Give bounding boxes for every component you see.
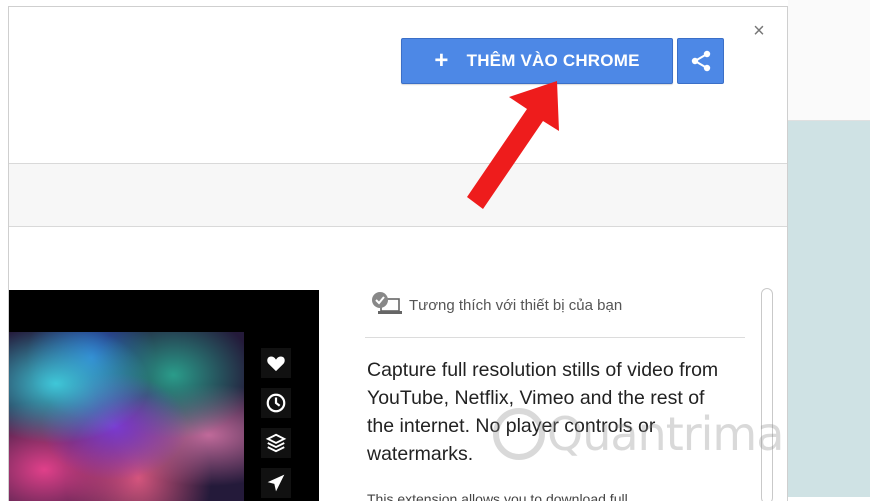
compatibility-text: Tương thích với thiết bị của bạn (409, 296, 623, 314)
screenshot-preview[interactable] (9, 290, 319, 501)
watermark: Quantrimang (493, 407, 787, 461)
tab-bar (9, 163, 787, 227)
watermark-logo (493, 408, 545, 460)
divider (365, 337, 745, 338)
info-scrollbar[interactable] (761, 288, 773, 501)
send-icon[interactable] (261, 468, 291, 498)
heart-icon[interactable] (261, 348, 291, 378)
background-page (788, 0, 870, 497)
layers-icon[interactable] (261, 428, 291, 458)
red-arrow-annotation (467, 81, 559, 209)
close-icon[interactable]: × (749, 21, 769, 41)
plus-icon: + (434, 47, 449, 74)
add-to-chrome-button[interactable]: + THÊM VÀO CHROME (401, 38, 673, 84)
clock-icon[interactable] (261, 388, 291, 418)
compatibility-row: Tương thích với thiết bị của bạn (371, 291, 622, 319)
add-to-chrome-label: THÊM VÀO CHROME (466, 51, 640, 70)
compatible-device-icon (371, 291, 403, 319)
video-still-image (9, 332, 244, 501)
dialog-header: + THÊM VÀO CHROME × (9, 7, 787, 163)
background-top (788, 0, 870, 121)
info-panel: Tương thích với thiết bị của bạn Capture… (365, 285, 745, 501)
share-icon (691, 50, 710, 72)
extension-description-more: This extension allows you to download fu… (367, 491, 628, 501)
background-panel (788, 121, 870, 497)
preview-side-icons (261, 348, 293, 498)
watermark-text: Quantrimang (547, 407, 787, 461)
share-button[interactable] (677, 38, 724, 84)
extension-dialog: + THÊM VÀO CHROME × Tương thích với thiế… (8, 6, 788, 501)
